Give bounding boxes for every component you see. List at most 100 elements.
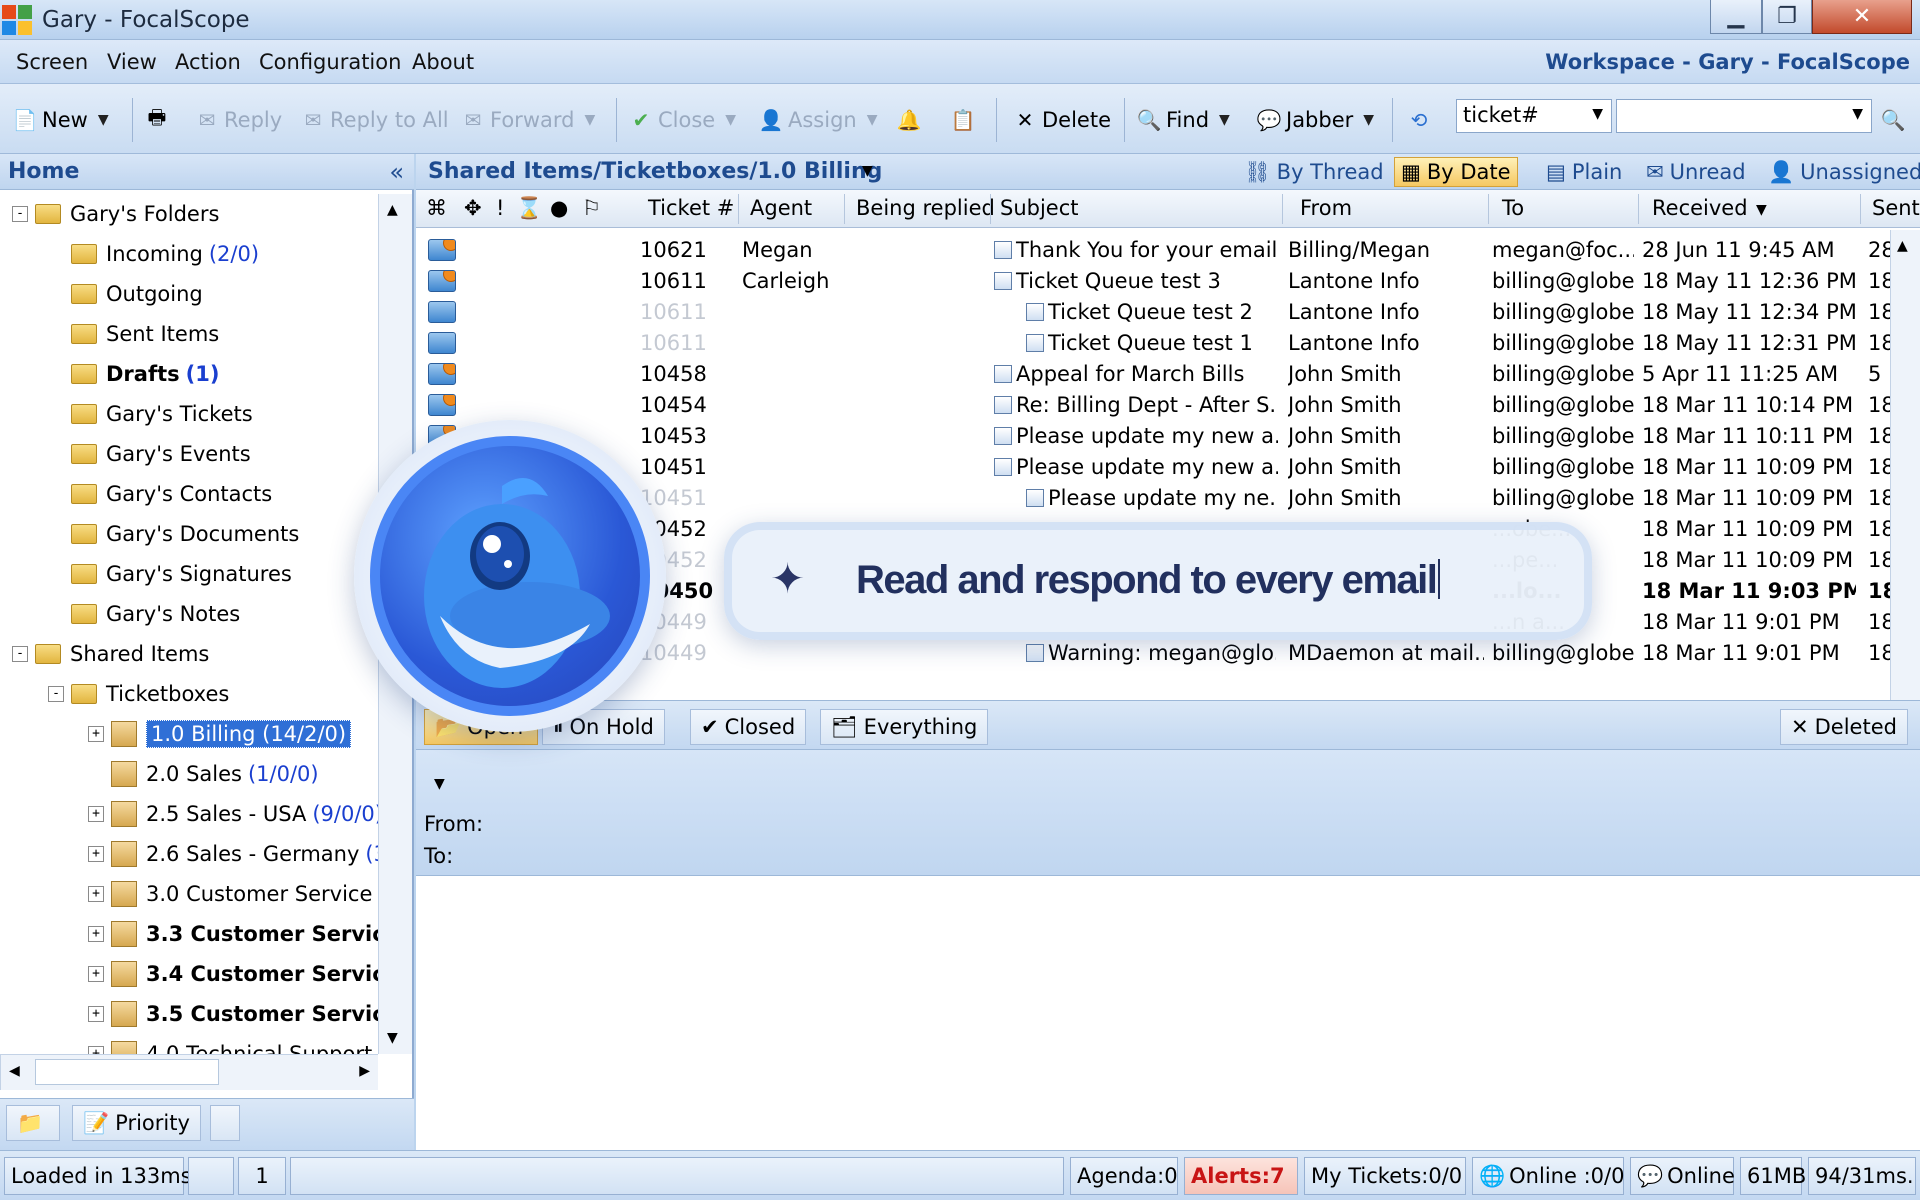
expand-icon[interactable]: + [88,966,104,982]
table-row[interactable]: 10611 Ticket Queue test 2 Lantone Info bill… [416,296,1892,328]
tree-item[interactable]: +3.0 Customer Service [88,874,372,914]
status-my-tickets[interactable]: My Tickets:0/0 [1304,1157,1466,1195]
forward-button[interactable]: ✉ Forward ▼ [460,103,596,137]
chevron-down-icon[interactable]: ▼ [725,112,736,128]
table-row[interactable]: 10621 Megan Thank You for your email... Bil… [416,234,1892,266]
expand-icon[interactable]: + [88,1046,104,1054]
collapse-icon[interactable]: - [48,686,64,702]
folders-tab[interactable]: 📁 [6,1105,60,1141]
column-separator[interactable] [1488,194,1489,224]
column-separator[interactable] [1638,194,1639,224]
close-window-button[interactable]: ✕ [1812,0,1912,34]
chevron-down-icon[interactable]: ▼ [434,776,445,792]
column-separator[interactable] [1282,194,1283,224]
tree-item[interactable]: - Shared Items [12,634,209,674]
scroll-left-icon[interactable]: ◀ [9,1063,20,1079]
expand-icon[interactable]: + [88,806,104,822]
chevron-down-icon[interactable]: ▼ [862,163,873,179]
minimize-button[interactable]: ▁ [1710,0,1762,34]
new-button[interactable]: 📄 New ▼ [12,103,109,137]
scroll-down-icon[interactable]: ▼ [387,1030,398,1046]
view-unread-button[interactable]: ✉ Unread [1640,157,1752,187]
menu-view[interactable]: View [107,50,157,74]
chevron-down-icon[interactable]: ▼ [98,112,109,128]
tree-item[interactable]: Gary's Contacts [48,474,272,514]
chevron-down-icon[interactable]: ▼ [1219,112,1230,128]
assign-button[interactable]: 👤 Assign ▼ [758,103,878,137]
tree-item[interactable]: Drafts (1) [48,354,219,394]
expand-icon[interactable]: + [88,1006,104,1022]
tree-item[interactable]: Outgoing [48,274,203,314]
maximize-button[interactable]: ❐ [1762,0,1812,34]
priority-tab[interactable]: 📝 Priority [72,1105,201,1141]
refresh-button[interactable]: ⟲ [1406,103,1432,137]
view-by-date-button[interactable]: ▦ By Date [1394,157,1518,187]
notes-button[interactable]: 📋 [950,103,976,137]
column-agent[interactable]: Agent [750,196,812,220]
prompt-text[interactable]: Read and respond to every email [856,558,1441,603]
chat-column-icon[interactable]: ● [550,196,568,220]
tree-item[interactable]: Gary's Events [48,434,251,474]
column-separator[interactable] [990,194,991,224]
tree-horizontal-scrollbar[interactable]: ◀ ▶ [0,1054,378,1090]
collapse-icon[interactable]: - [12,646,28,662]
flag-column-icon[interactable]: ⚐ [582,196,601,220]
chevron-down-icon[interactable]: ▼ [867,112,878,128]
delete-button[interactable]: ✕ Delete [1012,103,1111,137]
status-online-count[interactable]: 🌐 Online :0/0 [1472,1157,1624,1195]
scroll-thumb[interactable] [35,1059,219,1085]
tree-item[interactable]: +4.0 Technical Support [88,1034,372,1054]
menu-screen[interactable]: Screen [16,50,88,74]
search-field-select[interactable]: ticket# ▼ [1456,99,1612,133]
tree-item[interactable]: +3.4 Customer Servic [88,954,378,994]
table-row[interactable]: 10458 Appeal for March Bills John Smith bil… [416,358,1892,390]
status-alerts[interactable]: Alerts:7 [1184,1157,1298,1195]
expand-icon[interactable]: + [88,886,104,902]
expand-icon[interactable]: + [88,846,104,862]
tree-item[interactable]: +3.5 Customer Servic [88,994,378,1034]
status-online[interactable]: 💬 Online [1630,1157,1735,1195]
table-row[interactable]: 10451 Please update my new a... John Smith… [416,451,1892,483]
status-column-icon[interactable]: ⌛ [516,196,542,221]
menu-configuration[interactable]: Configuration [259,50,401,74]
print-button[interactable]: 🖶 [144,103,170,137]
expand-icon[interactable]: + [88,726,104,742]
column-received[interactable]: Received [1652,196,1748,220]
tree-item[interactable]: +3.3 Customer Servic [88,914,378,954]
tab-everything[interactable]: 🗂 Everything [820,709,989,745]
view-by-thread-button[interactable]: ⛓ By Thread [1238,157,1390,187]
thread-collapse-icon[interactable] [994,458,1012,476]
column-to[interactable]: To [1502,196,1524,220]
scroll-right-icon[interactable]: ▶ [359,1063,370,1079]
table-row[interactable]: 10453 Please update my new a... John Smith… [416,420,1892,452]
view-unassigned-button[interactable]: 👤 Unassigned [1762,157,1920,187]
tree-item[interactable]: Gary's Documents [48,514,299,554]
column-sent[interactable]: Sent [1872,196,1920,220]
column-from[interactable]: From [1300,196,1352,220]
tree-item[interactable]: - Ticketboxes [48,674,229,714]
collapse-pane-icon[interactable]: « [389,158,404,186]
jabber-button[interactable]: 💬 Jabber ▼ [1256,103,1375,137]
menu-about[interactable]: About [412,50,474,74]
chevron-down-icon[interactable]: ▼ [1363,112,1374,128]
tree-item[interactable]: +1.0 Billing (14/2/0) [88,714,352,754]
thread-column-icon[interactable]: ⌘ [426,196,447,220]
tree-item[interactable]: +2.5 Sales - USA (9/0/0) [88,794,378,834]
scroll-up-icon[interactable]: ▲ [1897,238,1908,254]
menu-action[interactable]: Action [175,50,241,74]
tree-item[interactable]: +2.6 Sales - Germany(3 [88,834,378,874]
tree-item[interactable]: Gary's Tickets [48,394,253,434]
priority-column-icon[interactable]: ! [496,196,504,220]
view-plain-button[interactable]: ▤ Plain [1540,157,1628,187]
tree-item[interactable]: Sent Items [48,314,219,354]
column-separator[interactable] [1860,194,1861,224]
column-ticket[interactable]: Ticket # [648,196,734,220]
find-button[interactable]: 🔍 Find ▼ [1136,103,1230,137]
tab-closed[interactable]: ✔ Closed [690,709,807,745]
column-separator[interactable] [844,194,845,224]
tree-item[interactable]: Gary's Signatures [48,554,292,594]
thread-collapse-icon[interactable] [994,272,1012,290]
extra-tab[interactable] [210,1105,240,1141]
reply-button[interactable]: ✉ Reply [194,103,283,137]
status-agenda[interactable]: Agenda:0 [1070,1157,1178,1195]
